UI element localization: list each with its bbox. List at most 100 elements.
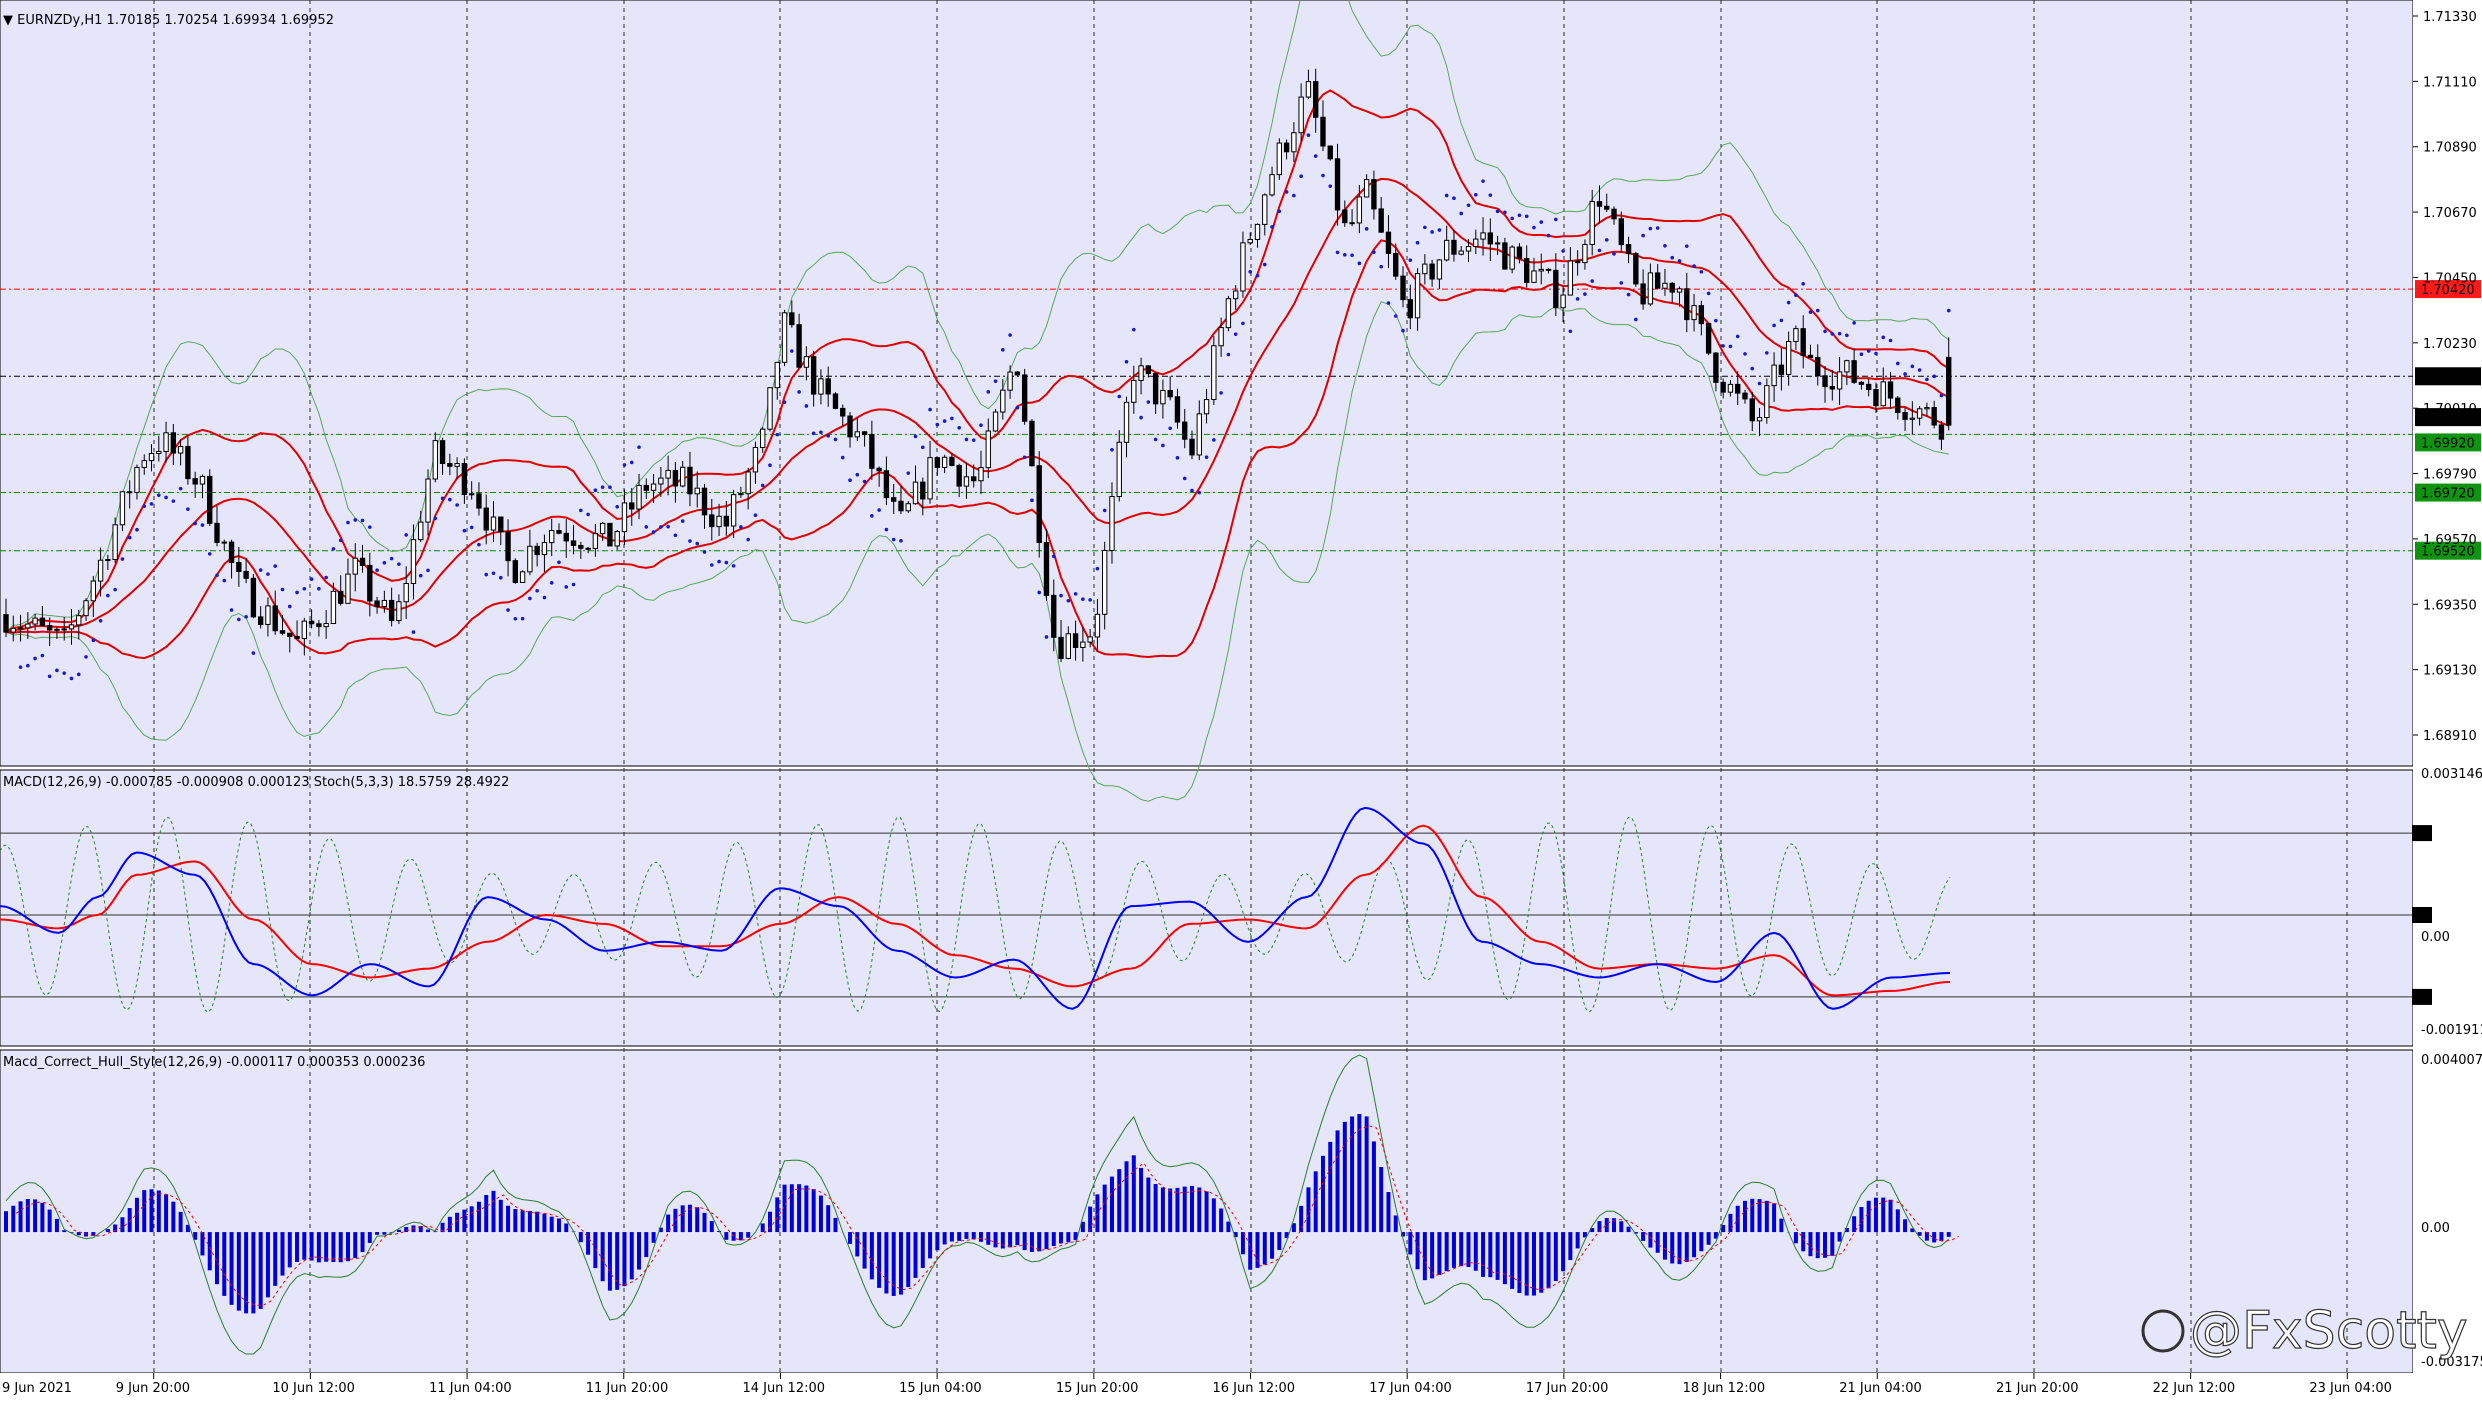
hist-bar — [251, 1232, 256, 1314]
hist-bar — [1823, 1232, 1828, 1258]
hist-bar — [302, 1232, 307, 1260]
candle-bear — [1451, 239, 1457, 255]
candle-bull — [134, 466, 140, 493]
sar-dot — [971, 438, 976, 442]
hist-bar — [651, 1232, 656, 1243]
candle-bear — [1931, 407, 1937, 426]
candle-bull — [818, 378, 824, 395]
hist-bar — [1204, 1191, 1209, 1233]
sar-dot — [1743, 352, 1747, 356]
sar-dot — [1888, 338, 1893, 343]
sar-dot — [1503, 210, 1507, 215]
candle-bear — [810, 356, 817, 395]
hist-bar — [556, 1218, 561, 1233]
candle-bull — [432, 440, 438, 480]
sar-dot — [637, 445, 641, 449]
hist-bar — [105, 1229, 110, 1233]
sar-dot — [156, 493, 161, 497]
hist-bar — [149, 1189, 154, 1233]
hist-bar — [426, 1229, 431, 1233]
hist-bar — [1444, 1232, 1449, 1272]
sar-dot — [186, 507, 190, 511]
hist-bar — [1342, 1121, 1347, 1233]
sar-dot — [1037, 590, 1042, 595]
sar-dot — [1721, 344, 1725, 348]
hist-bar — [1488, 1232, 1493, 1278]
sar-dot — [1277, 209, 1282, 214]
sar-dot — [1328, 184, 1333, 188]
collapse-arrow-icon[interactable]: ▼ — [3, 13, 17, 28]
candle-bear — [46, 625, 53, 631]
candle-bear — [170, 432, 177, 454]
candle-bear — [1487, 232, 1494, 245]
sar-dot — [258, 568, 263, 572]
candle-bull — [927, 457, 933, 500]
sar-dot — [768, 463, 772, 468]
hist-bar — [396, 1229, 401, 1233]
candle-bull — [1065, 633, 1071, 660]
sar-dot — [571, 582, 576, 587]
hist-bar — [520, 1210, 525, 1233]
candle-bear — [1698, 305, 1705, 325]
hist-bar — [1277, 1232, 1282, 1250]
hist-bar — [775, 1197, 780, 1233]
hist-bar — [382, 1232, 387, 1235]
sar-dot — [840, 455, 845, 460]
hist-bar — [1837, 1232, 1842, 1242]
candle-bear — [476, 493, 482, 509]
candle-bear — [1822, 375, 1828, 388]
candle-bull — [1305, 81, 1312, 98]
sar-dot — [477, 542, 481, 547]
sar-dot — [942, 419, 947, 423]
sar-dot — [1161, 443, 1165, 448]
time-tick-label: 11 Jun 20:00 — [586, 1381, 669, 1396]
candle-bull — [381, 599, 388, 608]
sar-dot — [731, 564, 736, 568]
candle-bear — [607, 522, 613, 547]
panel-main-title: ▼ EURNZDy,H1 1.70185 1.70254 1.69934 1.6… — [3, 13, 334, 28]
candle-bear — [971, 476, 977, 482]
sar-dot — [1248, 269, 1253, 274]
hist-bar — [1735, 1205, 1740, 1233]
candle-bear — [920, 481, 926, 500]
sar-dot — [1299, 174, 1303, 179]
hist-bar — [1248, 1232, 1253, 1270]
candle-bear — [563, 532, 569, 542]
sar-dot — [826, 434, 831, 438]
sar-dot — [1030, 498, 1034, 503]
price-tick-label: 1.68910 — [2423, 729, 2477, 744]
candle-bull — [323, 622, 329, 628]
hist-bar — [1044, 1232, 1049, 1250]
hist-bar — [629, 1232, 634, 1280]
sar-dot — [659, 525, 663, 529]
hist-bar — [804, 1185, 809, 1233]
sar-dot — [1903, 372, 1907, 376]
hist-bar — [709, 1221, 714, 1233]
candle-bear — [1407, 299, 1413, 319]
hist-bar — [1371, 1141, 1376, 1233]
sar-dot — [1437, 228, 1442, 232]
sar-dot — [1153, 437, 1158, 442]
candle-bear — [461, 463, 468, 495]
candle-bull — [163, 432, 169, 452]
candle-bull — [1909, 417, 1916, 420]
candle-bear — [1378, 208, 1384, 233]
candle-bear — [505, 531, 511, 562]
sar-dot — [1430, 230, 1434, 234]
hist-bar — [353, 1232, 358, 1259]
sar-dot — [717, 559, 721, 564]
sar-dot — [964, 437, 969, 442]
sar-dot — [1626, 292, 1631, 297]
hist-bar — [535, 1211, 540, 1233]
candle-bear — [243, 570, 249, 579]
sar-dot — [753, 513, 758, 518]
candle-bull — [636, 484, 642, 510]
sar-dot — [1917, 368, 1922, 372]
hist-bar — [760, 1223, 765, 1233]
sar-dot — [26, 663, 30, 668]
candle-bear — [1072, 633, 1079, 648]
hist-bar — [826, 1205, 831, 1233]
candle-bear — [1851, 360, 1857, 383]
candle-bull — [1443, 239, 1450, 261]
candle-bull — [90, 580, 96, 602]
